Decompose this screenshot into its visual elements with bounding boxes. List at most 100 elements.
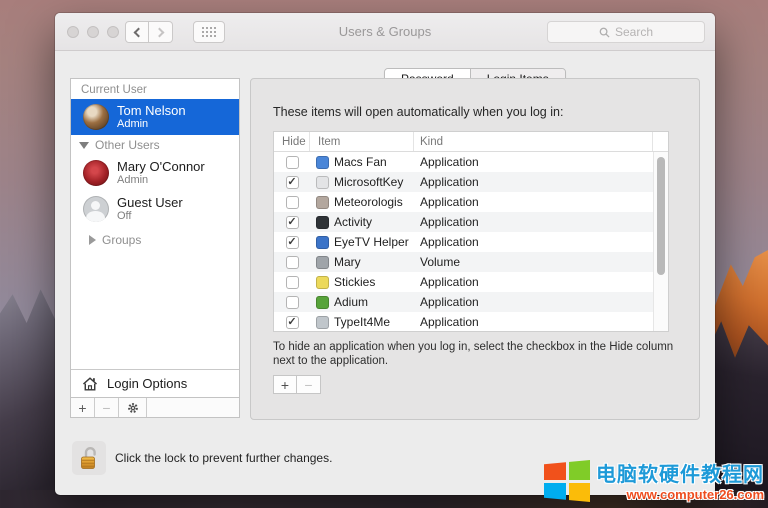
- user-role: Off: [117, 210, 131, 222]
- table-header: Hide Item Kind: [274, 132, 668, 152]
- hide-checkbox[interactable]: [286, 276, 299, 289]
- item-name: EyeTV Helper: [334, 235, 409, 249]
- item-name: Adium: [334, 295, 368, 309]
- hide-checkbox[interactable]: ✓: [286, 316, 299, 329]
- table-row[interactable]: ✓ Activity Application: [274, 212, 668, 232]
- hide-checkbox[interactable]: [286, 296, 299, 309]
- remove-item-button[interactable]: −: [297, 375, 321, 394]
- logo-square-yellow: [569, 483, 591, 503]
- titlebar[interactable]: Users & Groups Search: [55, 13, 715, 51]
- add-user-button[interactable]: +: [71, 398, 95, 417]
- hide-checkbox[interactable]: ✓: [286, 236, 299, 249]
- item-name: MicrosoftKey: [334, 175, 403, 189]
- user-list-sidebar: Current User Tom Nelson Admin Other User…: [70, 78, 240, 398]
- item-kind: Application: [414, 235, 668, 249]
- adium-icon: [316, 296, 329, 309]
- add-item-button[interactable]: +: [273, 375, 297, 394]
- lock-caption: Click the lock to prevent further change…: [115, 451, 332, 465]
- hide-checkbox[interactable]: ✓: [286, 216, 299, 229]
- table-row[interactable]: ✓ EyeTV Helper Application: [274, 232, 668, 252]
- column-header-kind[interactable]: Kind: [414, 132, 653, 151]
- search-field[interactable]: Search: [547, 21, 705, 43]
- login-options-button[interactable]: Login Options: [71, 369, 239, 397]
- volume-drive-icon: [316, 256, 329, 269]
- login-options-label: Login Options: [107, 376, 187, 391]
- eyetv-icon: [316, 236, 329, 249]
- item-kind: Application: [414, 195, 668, 209]
- table-row[interactable]: Mary Volume: [274, 252, 668, 272]
- item-buttons: + −: [273, 375, 321, 394]
- hide-checkbox[interactable]: [286, 196, 299, 209]
- watermark: 电脑软硬件教程网 www.computer26.com: [544, 458, 764, 502]
- microsoft-keyboard-icon: [316, 176, 329, 189]
- meteorologist-icon: [316, 196, 329, 209]
- user-actions-button[interactable]: [119, 398, 147, 417]
- column-header-item[interactable]: Item: [310, 132, 414, 151]
- unlocked-lock-icon: [77, 445, 101, 471]
- logo-square-blue: [544, 483, 566, 503]
- avatar: [83, 104, 109, 130]
- avatar: [83, 196, 109, 222]
- logo-square-green: [569, 460, 591, 480]
- user-name: Mary O'Connor: [117, 159, 205, 174]
- hide-checkbox[interactable]: [286, 256, 299, 269]
- current-user-header: Current User: [71, 79, 239, 99]
- item-name: Meteorologis: [334, 195, 403, 209]
- item-name: TypeIt4Me: [334, 315, 390, 329]
- sidebar-item-mary-oconnor[interactable]: Mary O'Connor Admin: [71, 155, 239, 191]
- watermark-site-url: www.computer26.com: [627, 487, 765, 502]
- search-icon: [599, 27, 610, 38]
- sidebar-item-tom-nelson[interactable]: Tom Nelson Admin: [71, 99, 239, 135]
- hide-checkbox[interactable]: [286, 156, 299, 169]
- user-list-toolbar: + −: [70, 398, 240, 418]
- lock-button[interactable]: [72, 441, 106, 475]
- item-name: Mary: [334, 255, 361, 269]
- item-kind: Application: [414, 295, 668, 309]
- scrollbar-thumb[interactable]: [657, 157, 665, 275]
- item-kind: Application: [414, 315, 668, 329]
- item-kind: Volume: [414, 255, 668, 269]
- table-row[interactable]: Meteorologis Application: [274, 192, 668, 212]
- hide-checkbox[interactable]: ✓: [286, 176, 299, 189]
- table-row[interactable]: ✓ MicrosoftKey Application: [274, 172, 668, 192]
- table-scrollbar[interactable]: [653, 152, 668, 331]
- item-name: Stickies: [334, 275, 375, 289]
- watermark-site-name: 电脑软硬件教程网: [596, 458, 764, 487]
- disclosure-triangle-down-icon: [79, 142, 89, 149]
- table-row[interactable]: Adium Application: [274, 292, 668, 312]
- hide-note: To hide an application when you log in, …: [273, 340, 678, 368]
- logo-square-red: [544, 460, 566, 480]
- login-items-description: These items will open automatically when…: [273, 105, 563, 119]
- item-name: Activity: [334, 215, 372, 229]
- login-items-table: Hide Item Kind Macs Fan Application ✓ Mi…: [273, 131, 669, 332]
- user-role: Admin: [117, 174, 148, 186]
- stickies-icon: [316, 276, 329, 289]
- user-name: Guest User: [117, 195, 183, 210]
- item-kind: Application: [414, 215, 668, 229]
- typeit4me-icon: [316, 316, 329, 329]
- item-kind: Application: [414, 175, 668, 189]
- table-row[interactable]: ✓ TypeIt4Me Application: [274, 312, 668, 332]
- macs-fan-icon: [316, 156, 329, 169]
- login-items-pane: These items will open automatically when…: [250, 78, 700, 420]
- users-groups-window: Users & Groups Search Current User Tom N…: [55, 13, 715, 495]
- groups-label: Groups: [102, 233, 141, 247]
- other-users-label: Other Users: [95, 138, 160, 152]
- user-role: Admin: [117, 118, 148, 130]
- table-row[interactable]: Stickies Application: [274, 272, 668, 292]
- groups-disclosure[interactable]: Groups: [71, 230, 239, 250]
- gear-icon: [126, 401, 140, 415]
- avatar: [83, 160, 109, 186]
- windows-logo-icon: [544, 460, 590, 502]
- remove-user-button[interactable]: −: [95, 398, 119, 417]
- sidebar-item-guest-user[interactable]: Guest User Off: [71, 191, 239, 227]
- search-placeholder: Search: [615, 25, 653, 39]
- user-name: Tom Nelson: [117, 103, 186, 118]
- other-users-disclosure[interactable]: Other Users: [71, 135, 239, 155]
- toolbar-spacer: [147, 398, 239, 417]
- table-row[interactable]: Macs Fan Application: [274, 152, 668, 172]
- column-header-hide[interactable]: Hide: [274, 132, 310, 151]
- home-icon: [81, 376, 99, 392]
- item-kind: Application: [414, 275, 668, 289]
- scrollbar-header-cap: [653, 132, 668, 151]
